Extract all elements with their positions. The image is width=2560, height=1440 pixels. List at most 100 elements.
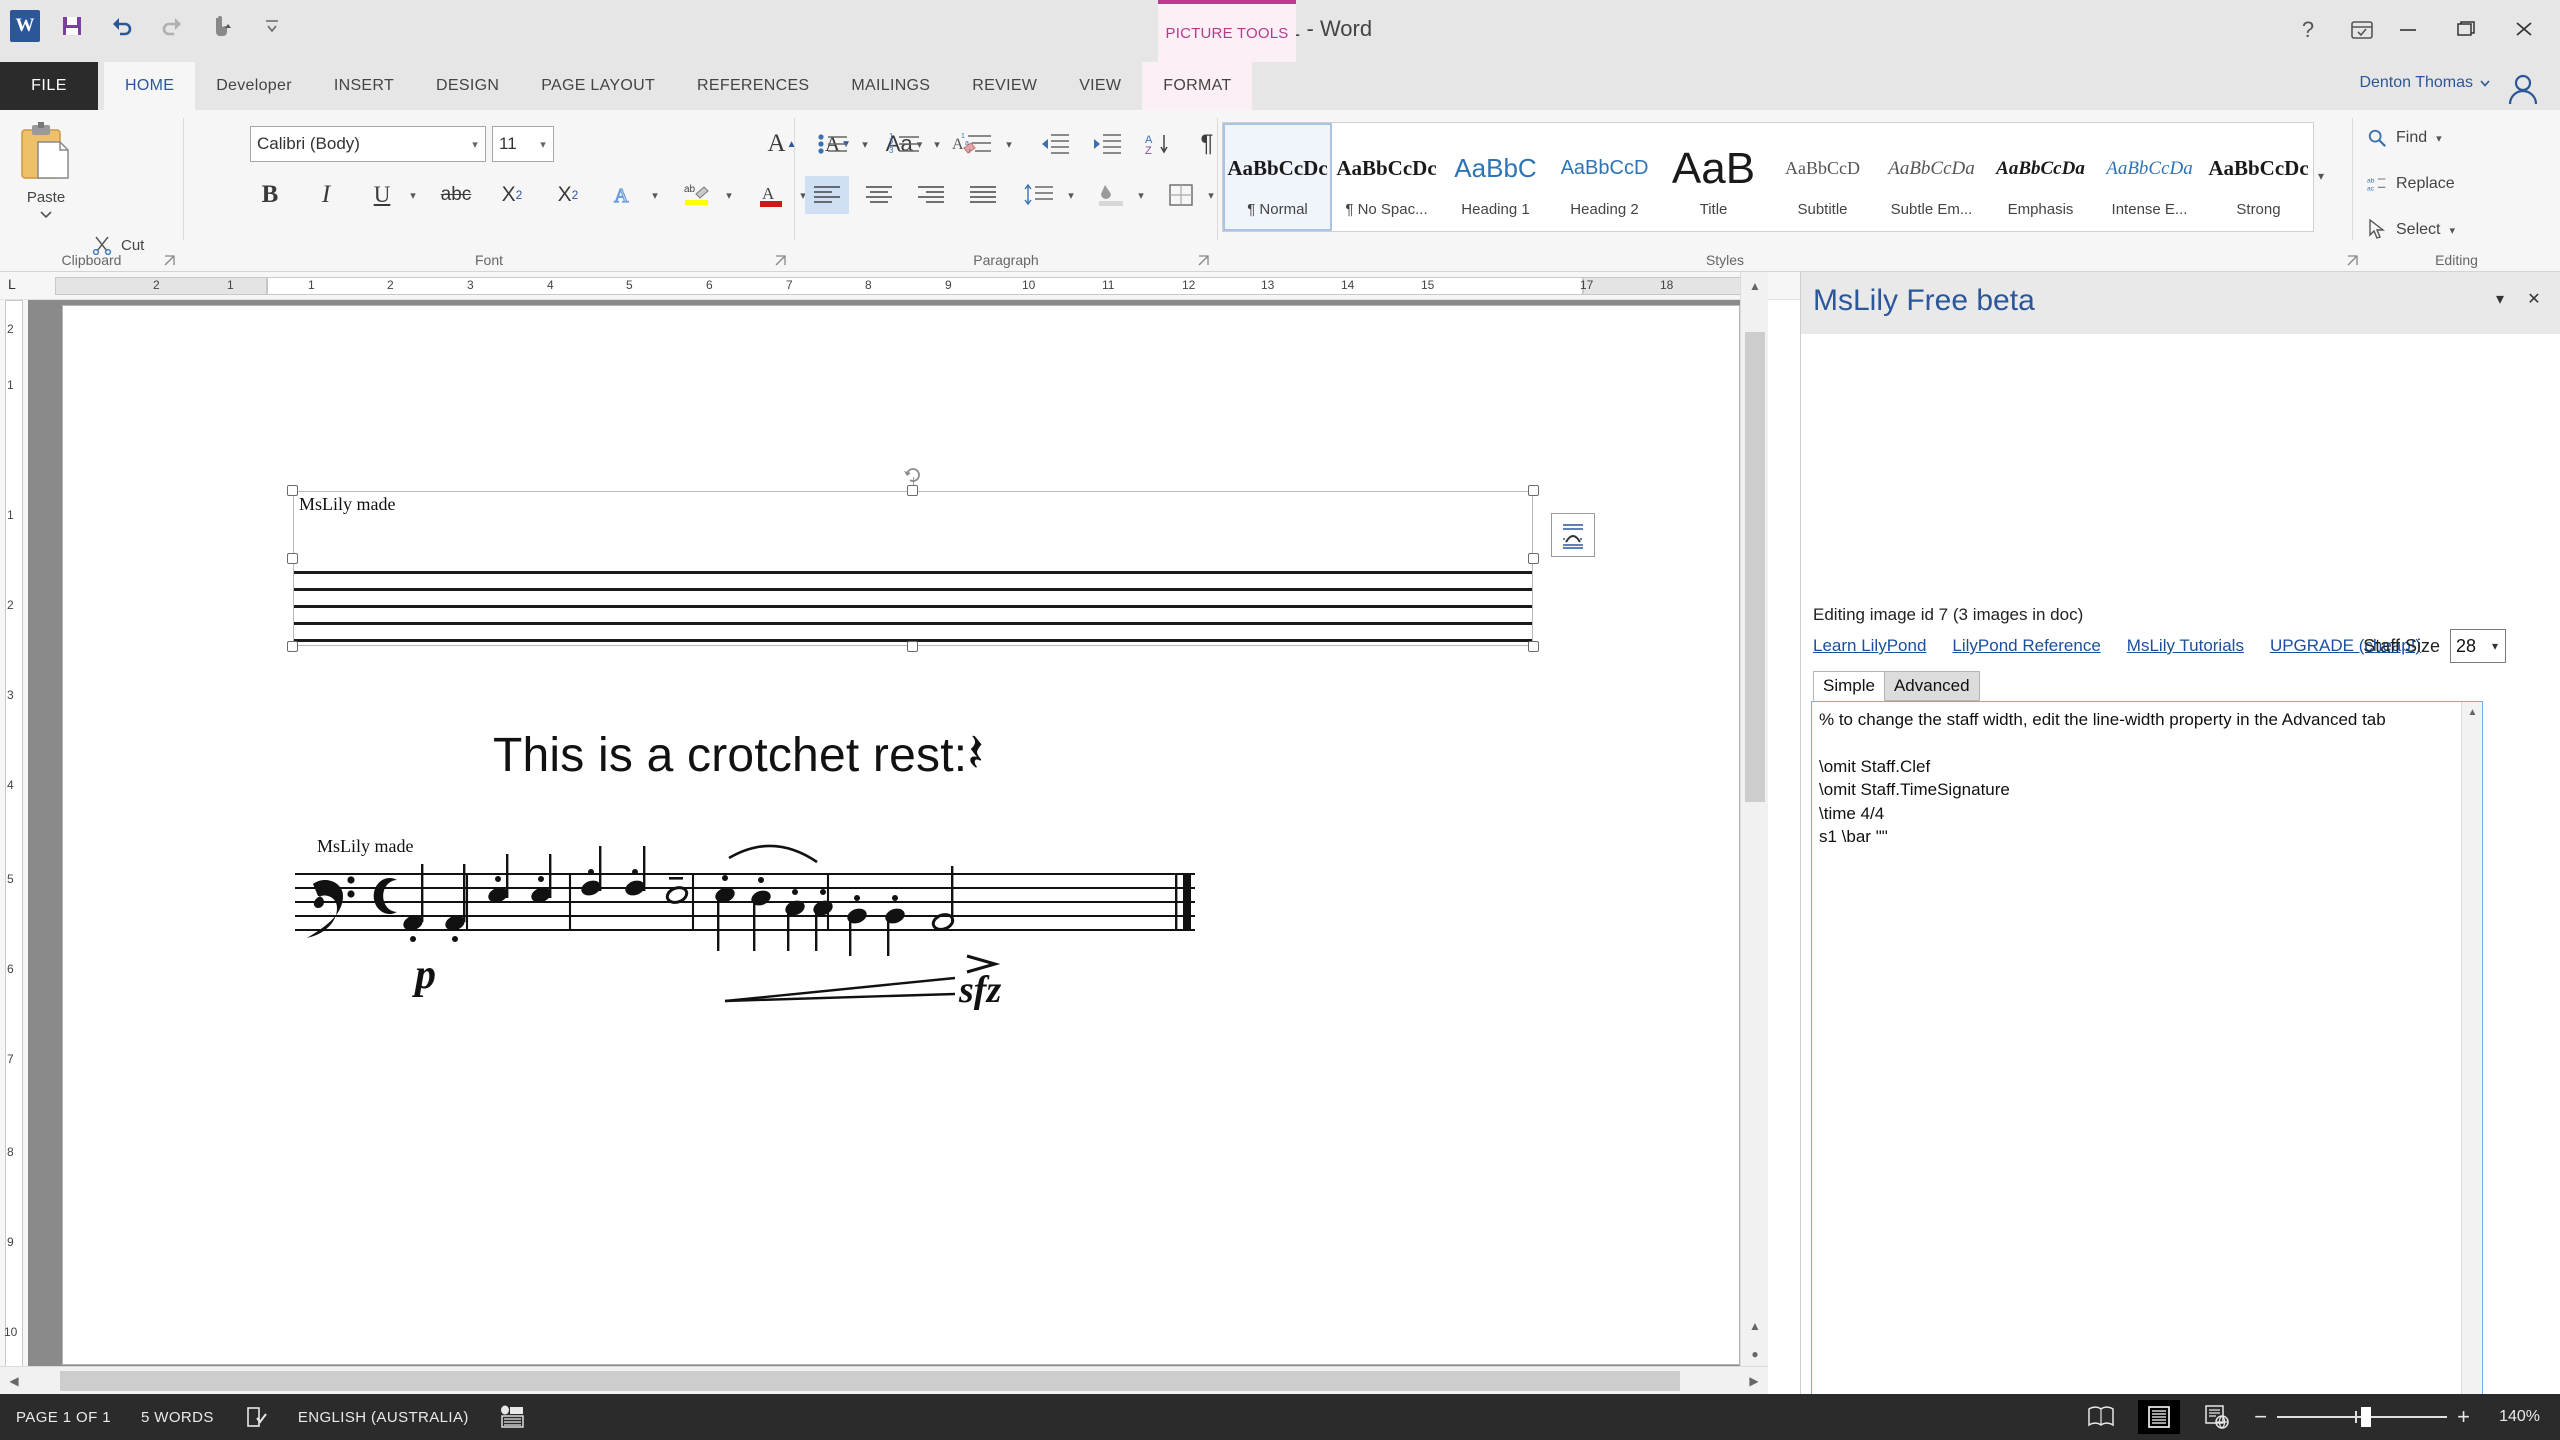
zoom-thumb[interactable] bbox=[2361, 1407, 2371, 1427]
staff-size-select[interactable]: 28 ▾ bbox=[2450, 629, 2506, 663]
word-count[interactable]: 5 WORDS bbox=[141, 1409, 214, 1426]
align-left-button[interactable] bbox=[805, 176, 849, 214]
account-name[interactable]: Denton Thomas bbox=[2359, 74, 2490, 92]
resize-handle-bottom-center[interactable] bbox=[907, 641, 918, 652]
styles-gallery[interactable]: AaBbCcDc ¶ Normal AaBbCcDc ¶ No Spac... … bbox=[1222, 122, 2314, 232]
lilypond-code-editor[interactable]: % to change the staff width, edit the li… bbox=[1811, 701, 2483, 1440]
resize-handle-bottom-right[interactable] bbox=[1528, 641, 1539, 652]
scroll-up-icon[interactable]: ▲ bbox=[1741, 272, 1769, 300]
style-item-no-spacing[interactable]: AaBbCcDc ¶ No Spac... bbox=[1332, 123, 1441, 231]
resize-handle-top-left[interactable] bbox=[287, 485, 298, 496]
restore-button[interactable] bbox=[2438, 8, 2494, 50]
resize-handle-middle-right[interactable] bbox=[1528, 553, 1539, 564]
italic-button[interactable]: I bbox=[306, 176, 346, 214]
font-color-button[interactable]: A bbox=[750, 176, 792, 214]
vertical-ruler[interactable]: 2 1 1 2 3 4 5 6 7 8 9 10 bbox=[0, 300, 28, 1400]
resize-handle-middle-left[interactable] bbox=[287, 553, 298, 564]
zoom-out-button[interactable]: − bbox=[2254, 1406, 2267, 1428]
resize-handle-top-right[interactable] bbox=[1528, 485, 1539, 496]
horizontal-scroll-thumb[interactable] bbox=[60, 1371, 1680, 1391]
tab-mailings[interactable]: MAILINGS bbox=[830, 62, 951, 110]
scroll-right-icon[interactable]: ▶ bbox=[1740, 1367, 1768, 1395]
tab-simple[interactable]: Simple bbox=[1813, 671, 1885, 701]
vertical-scrollbar[interactable]: ▲ ▲ ● ▼ bbox=[1740, 272, 1768, 1396]
minimize-button[interactable] bbox=[2380, 8, 2436, 50]
help-icon[interactable]: ? bbox=[2288, 12, 2328, 48]
highlight-chevron-down-icon[interactable]: ▾ bbox=[718, 176, 740, 214]
find-button[interactable]: Find ▾ bbox=[2367, 128, 2442, 148]
tab-developer[interactable]: Developer bbox=[195, 62, 313, 110]
bullets-chevron-down-icon[interactable]: ▾ bbox=[855, 126, 875, 162]
rotate-handle[interactable] bbox=[901, 463, 925, 487]
line-spacing-button[interactable] bbox=[1017, 176, 1061, 214]
tab-references[interactable]: REFERENCES bbox=[676, 62, 830, 110]
selected-image-staff[interactable]: MsLily made bbox=[293, 491, 1533, 646]
close-button[interactable] bbox=[2496, 8, 2552, 50]
shading-button[interactable] bbox=[1091, 176, 1131, 214]
tab-format[interactable]: FORMAT bbox=[1142, 62, 1252, 110]
multilevel-chevron-down-icon[interactable]: ▾ bbox=[999, 126, 1019, 162]
ribbon-display-options-icon[interactable] bbox=[2342, 12, 2382, 48]
tab-file[interactable]: FILE bbox=[0, 62, 98, 110]
lilypond-code-text[interactable]: % to change the staff width, edit the li… bbox=[1819, 708, 2460, 849]
style-item-subtitle[interactable]: AaBbCcD Subtitle bbox=[1768, 123, 1877, 231]
read-mode-icon[interactable] bbox=[2080, 1400, 2122, 1434]
select-browse-object-icon[interactable]: ● bbox=[1741, 1340, 1769, 1368]
print-layout-icon[interactable] bbox=[2138, 1400, 2180, 1434]
code-scrollbar[interactable]: ▲ ▼ bbox=[2461, 702, 2482, 1440]
zoom-slider[interactable]: − + bbox=[2254, 1406, 2470, 1428]
tab-home[interactable]: HOME bbox=[104, 62, 195, 110]
style-item-subtle-emphasis[interactable]: AaBbCcDa Subtle Em... bbox=[1877, 123, 1986, 231]
tab-review[interactable]: REVIEW bbox=[951, 62, 1058, 110]
bullets-button[interactable] bbox=[811, 126, 855, 162]
font-size-combobox[interactable]: 11 ▾ bbox=[492, 126, 554, 162]
tab-advanced[interactable]: Advanced bbox=[1884, 671, 1980, 701]
bold-button[interactable]: B bbox=[250, 176, 290, 214]
replace-button[interactable]: ab ac Replace bbox=[2367, 174, 2455, 194]
link-lilypond-reference[interactable]: LilyPond Reference bbox=[1952, 636, 2100, 656]
decrease-indent-button[interactable] bbox=[1033, 126, 1077, 162]
tab-stop-marker[interactable]: L bbox=[8, 276, 16, 292]
shading-chevron-down-icon[interactable]: ▾ bbox=[1131, 176, 1151, 214]
strikethrough-button[interactable]: abc bbox=[434, 176, 478, 214]
resize-handle-bottom-left[interactable] bbox=[287, 641, 298, 652]
zoom-level[interactable]: 140% bbox=[2486, 1408, 2540, 1426]
tab-view[interactable]: VIEW bbox=[1058, 62, 1142, 110]
tab-page-layout[interactable]: PAGE LAYOUT bbox=[520, 62, 676, 110]
tab-design[interactable]: DESIGN bbox=[415, 62, 520, 110]
style-item-strong[interactable]: AaBbCcDc Strong bbox=[2204, 123, 2313, 231]
superscript-button[interactable]: X2 bbox=[546, 176, 590, 214]
numbering-chevron-down-icon[interactable]: ▾ bbox=[927, 126, 947, 162]
align-center-button[interactable] bbox=[857, 176, 901, 214]
increase-indent-button[interactable] bbox=[1085, 126, 1129, 162]
clipboard-dialog-launcher[interactable] bbox=[163, 254, 177, 268]
numbering-button[interactable]: 123 bbox=[883, 126, 927, 162]
underline-chevron-down-icon[interactable]: ▾ bbox=[402, 176, 424, 214]
zoom-in-button[interactable]: + bbox=[2457, 1406, 2470, 1428]
styles-gallery-more-button[interactable]: ▾ bbox=[2308, 156, 2334, 196]
resize-handle-top-center[interactable] bbox=[907, 485, 918, 496]
code-scroll-up-icon[interactable]: ▲ bbox=[2462, 702, 2483, 723]
previous-page-icon[interactable]: ▲ bbox=[1741, 1312, 1769, 1340]
text-effects-button[interactable]: A bbox=[604, 176, 644, 214]
style-item-heading-1[interactable]: AaBbC Heading 1 bbox=[1441, 123, 1550, 231]
scroll-left-icon[interactable]: ◀ bbox=[0, 1367, 28, 1395]
font-dialog-launcher[interactable] bbox=[774, 254, 788, 268]
notation-image[interactable]: MsLily made p sfz bbox=[295, 836, 1255, 1036]
align-right-button[interactable] bbox=[909, 176, 953, 214]
style-item-title[interactable]: AaB Title bbox=[1659, 123, 1768, 231]
macro-recording-icon[interactable] bbox=[499, 1405, 525, 1429]
style-item-heading-2[interactable]: AaBbCcD Heading 2 bbox=[1550, 123, 1659, 231]
horizontal-ruler[interactable]: L 2 1 1 2 3 4 5 6 7 8 9 10 11 12 13 14 1… bbox=[0, 272, 1800, 300]
avatar[interactable] bbox=[2504, 70, 2542, 108]
font-name-combobox[interactable]: Calibri (Body) ▾ bbox=[250, 126, 486, 162]
sort-button[interactable]: AZ bbox=[1137, 126, 1181, 162]
text-highlight-color-button[interactable]: ab bbox=[676, 176, 718, 214]
layout-options-button[interactable] bbox=[1551, 513, 1595, 557]
task-pane-close-icon[interactable]: ✕ bbox=[2521, 286, 2547, 312]
justify-button[interactable] bbox=[961, 176, 1005, 214]
body-paragraph[interactable]: This is a crotchet rest:𝄽 bbox=[493, 721, 984, 785]
style-item-intense-emphasis[interactable]: AaBbCcDa Intense E... bbox=[2095, 123, 2204, 231]
paste-button[interactable]: Paste bbox=[14, 120, 78, 224]
select-button[interactable]: Select ▾ bbox=[2367, 220, 2455, 240]
